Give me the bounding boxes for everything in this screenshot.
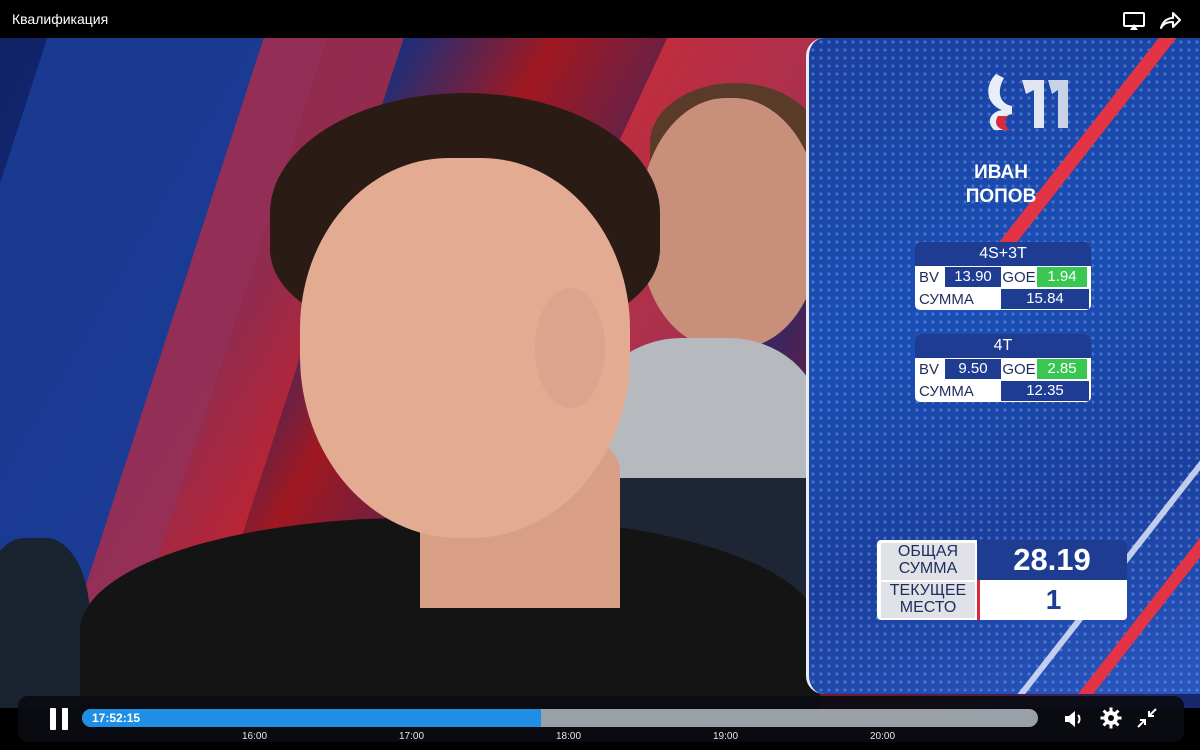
- timeline-tick: 16:00: [242, 731, 268, 742]
- video-title: Квалификация: [12, 11, 109, 27]
- athlete-last-name: ПОПОВ: [965, 186, 1037, 207]
- element-name: 4T: [915, 334, 1091, 358]
- total-score-value: 28.19: [977, 540, 1127, 580]
- sum-value: 15.84: [1001, 289, 1089, 309]
- sum-label: СУММА: [919, 382, 974, 400]
- video-frame[interactable]: ИВАН ПОПОВ 4S+3T BV 13.90 GOE 1.94 СУММА…: [0, 38, 1200, 708]
- sum-value: 12.35: [1001, 381, 1089, 401]
- timeline-scrubber[interactable]: 17:52:15: [82, 709, 1038, 727]
- top-bar: Квалификация: [0, 0, 1200, 38]
- cast-icon[interactable]: [1122, 10, 1146, 32]
- goe-label: GOE: [1002, 360, 1036, 378]
- bv-value: 9.50: [945, 359, 1001, 379]
- volume-icon[interactable]: [1062, 708, 1084, 730]
- exit-fullscreen-icon[interactable]: [1136, 707, 1158, 729]
- total-label-line2: СУММА: [898, 560, 958, 577]
- sum-label: СУММА: [919, 290, 974, 308]
- current-place-value: 1: [977, 580, 1127, 620]
- current-time: 17:52:15: [92, 711, 141, 725]
- element-bv-goe-row: BV 9.50 GOE 2.85: [915, 358, 1091, 380]
- channel-one-logo: [974, 66, 1084, 146]
- total-label-line1: ОБЩАЯ: [897, 543, 959, 560]
- timeline-tick: 19:00: [713, 731, 739, 742]
- total-label: ОБЩАЯ СУММА: [881, 543, 975, 580]
- left-edge-figure: [0, 538, 90, 708]
- goe-label: GOE: [1002, 268, 1036, 286]
- athlete-first-name: ИВАН: [974, 162, 1028, 183]
- timeline-tick: 18:00: [556, 731, 582, 742]
- total-score-box: ОБЩАЯ СУММА 28.19 ТЕКУЩЕЕ МЕСТО 1: [877, 540, 1127, 620]
- timeline-tick: 17:00: [399, 731, 425, 742]
- goe-value: 2.85: [1037, 359, 1087, 379]
- element-bv-goe-row: BV 13.90 GOE 1.94: [915, 266, 1091, 288]
- gear-icon[interactable]: [1100, 707, 1122, 729]
- player-controls: 17:52:15 16:00 17:00 18:00 19:00 20:00: [18, 696, 1184, 742]
- pause-icon[interactable]: [48, 708, 70, 730]
- place-label-line2: МЕСТО: [899, 599, 957, 616]
- place-label: ТЕКУЩЕЕ МЕСТО: [881, 582, 975, 618]
- share-icon[interactable]: [1158, 10, 1182, 32]
- bv-label: BV: [919, 360, 940, 378]
- score-panel: ИВАН ПОПОВ 4S+3T BV 13.90 GOE 1.94 СУММА…: [806, 38, 1200, 694]
- bv-label: BV: [919, 268, 940, 286]
- timeline-progress: [82, 709, 541, 727]
- element-score-card: 4S+3T BV 13.90 GOE 1.94 СУММА 15.84: [915, 242, 1091, 310]
- bv-value: 13.90: [945, 267, 1001, 287]
- element-sum-row: СУММА 15.84: [915, 288, 1091, 310]
- skater-ear: [535, 288, 605, 408]
- element-score-card: 4T BV 9.50 GOE 2.85 СУММА 12.35: [915, 334, 1091, 402]
- background-person-head: [640, 98, 820, 348]
- timeline-tick: 20:00: [870, 731, 896, 742]
- goe-value: 1.94: [1037, 267, 1087, 287]
- element-sum-row: СУММА 12.35: [915, 380, 1091, 402]
- place-label-line1: ТЕКУЩЕЕ: [889, 582, 967, 599]
- element-name: 4S+3T: [915, 242, 1091, 266]
